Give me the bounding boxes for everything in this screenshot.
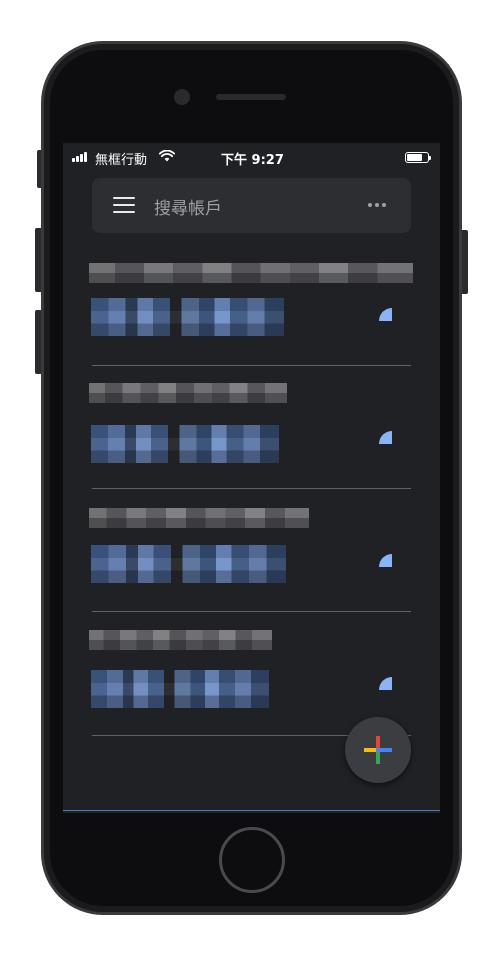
account-name: ██████████████ <box>89 630 272 650</box>
carrier-name: 無框行動 <box>95 153 148 168</box>
account-name: ████████████████ <box>89 383 287 403</box>
countdown-timer-icon <box>379 431 392 444</box>
divider <box>92 611 411 612</box>
account-code: ███ ███ <box>91 670 269 708</box>
app-screen: 無框行動 下午 9:27 搜尋帳戶 ████████████████████ █… <box>63 143 440 813</box>
add-account-button[interactable] <box>345 717 411 783</box>
account-item[interactable]: ██████████████████ ███ ███ <box>63 508 440 631</box>
battery-icon <box>405 152 431 163</box>
google-plus-add-icon <box>364 736 392 764</box>
earpiece-speaker <box>216 94 286 100</box>
more-horizontal-icon[interactable] <box>368 203 386 207</box>
home-button[interactable] <box>219 827 285 893</box>
wifi-icon <box>159 150 175 162</box>
front-camera <box>174 89 190 105</box>
power-button <box>461 230 468 294</box>
divider <box>92 365 411 366</box>
account-item[interactable]: ████████████████████ ███ ███ <box>63 263 440 386</box>
search-bar[interactable]: 搜尋帳戶 <box>92 178 411 233</box>
signal-bars-icon <box>72 152 87 162</box>
account-code: ███ ███ <box>91 298 284 336</box>
status-time: 下午 9:27 <box>221 153 284 168</box>
account-code: ███ ███ <box>91 425 279 463</box>
screen-bottom-edge <box>63 810 440 811</box>
hamburger-menu-icon[interactable] <box>113 197 135 213</box>
search-input[interactable]: 搜尋帳戶 <box>154 194 222 219</box>
countdown-timer-icon <box>379 308 392 321</box>
account-name: ████████████████████ <box>89 263 413 283</box>
account-code: ███ ███ <box>91 545 286 583</box>
countdown-timer-icon <box>379 677 392 690</box>
status-bar: 無框行動 下午 9:27 <box>63 143 440 171</box>
account-name: ██████████████████ <box>89 508 309 528</box>
countdown-timer-icon <box>379 554 392 567</box>
divider <box>92 488 411 489</box>
